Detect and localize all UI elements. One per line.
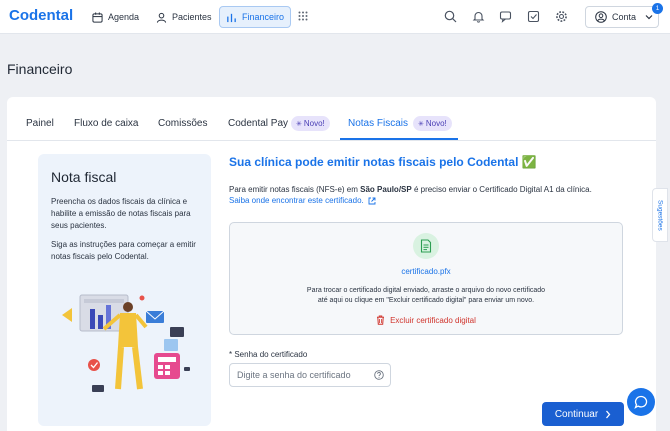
- nav-pacientes-label: Pacientes: [172, 12, 212, 22]
- sparkle-icon: ✳: [418, 120, 424, 128]
- page-title: Financeiro: [7, 61, 73, 77]
- gear-icon[interactable]: [555, 10, 568, 23]
- feedback-tab-label: Sugestões: [656, 199, 664, 231]
- desc-prefix: Para emitir notas fiscais (NFS-e) em: [229, 185, 361, 194]
- active-tab-indicator: [340, 138, 458, 140]
- avatar-icon: [595, 11, 607, 23]
- chevron-right-icon: [606, 410, 611, 418]
- tab-painel[interactable]: Painel: [26, 118, 54, 129]
- nav-agenda-label: Agenda: [108, 12, 140, 22]
- bar-chart-icon: [227, 13, 236, 22]
- chevron-down-icon: [645, 15, 653, 20]
- info-panel: Nota fiscal Preencha os dados fiscais da…: [38, 154, 211, 426]
- tab-codental-pay[interactable]: Codental Pay: [228, 118, 288, 129]
- nav-financeiro-label: Financeiro: [242, 12, 285, 22]
- account-button[interactable]: Conta: [585, 6, 659, 28]
- nav-agenda[interactable]: Agenda: [86, 6, 145, 28]
- nfse-description: Para emitir notas fiscais (NFS-e) em São…: [229, 184, 629, 196]
- sparkle-icon: ✳: [296, 120, 302, 128]
- app-logo[interactable]: Codental: [9, 7, 73, 24]
- chat-support-button[interactable]: [627, 388, 655, 416]
- nav-pacientes[interactable]: Pacientes: [150, 6, 218, 28]
- delete-certificate-label: Excluir certificado digital: [390, 315, 476, 325]
- nav-financeiro[interactable]: Financeiro: [219, 6, 292, 28]
- new-badge-label: Novo!: [303, 119, 325, 128]
- tab-bar: Painel Fluxo de caixa Comissões Codental…: [7, 97, 656, 141]
- file-icon: [413, 233, 439, 259]
- nfse-title: Sua clínica pode emitir notas fiscais pe…: [229, 155, 537, 169]
- desc-city: São Paulo/SP: [360, 185, 412, 194]
- account-label: Conta: [612, 12, 637, 22]
- certificate-help-link[interactable]: Saiba onde encontrar este certificado.: [229, 196, 376, 205]
- continue-button[interactable]: Continuar: [542, 402, 624, 426]
- feedback-tab[interactable]: Sugestões: [652, 188, 668, 242]
- user-icon: [156, 12, 167, 23]
- chat-icon[interactable]: [499, 10, 512, 23]
- certificate-dropzone[interactable]: certificado.pfx Para trocar o certificad…: [229, 222, 623, 335]
- tab-notas-fiscais[interactable]: Notas Fiscais: [348, 118, 408, 129]
- search-icon[interactable]: [444, 10, 457, 23]
- desc-suffix: é preciso enviar o Certificado Digital A…: [411, 185, 592, 194]
- new-badge: ✳ Novo!: [291, 116, 330, 131]
- continue-button-label: Continuar: [554, 408, 599, 420]
- content-card: Painel Fluxo de caixa Comissões Codental…: [7, 97, 656, 431]
- trash-icon: [377, 315, 385, 325]
- certificate-password-input[interactable]: [229, 363, 391, 387]
- certificate-help-link-label: Saiba onde encontrar este certificado.: [229, 196, 364, 205]
- certificate-help-text: Para trocar o certificado digital enviad…: [230, 286, 622, 306]
- tab-fluxo-de-caixa[interactable]: Fluxo de caixa: [74, 118, 138, 129]
- external-link-icon: [368, 197, 376, 204]
- top-bar: Codental Agenda Pacientes Financeiro Con…: [0, 0, 670, 34]
- help-circle-icon[interactable]: [374, 370, 384, 380]
- info-panel-text: Preencha os dados fiscais da clínica e h…: [51, 197, 191, 230]
- certificate-help-line: até aqui ou clique em "Excluir certifica…: [317, 297, 535, 304]
- new-badge-label: Novo!: [425, 119, 447, 128]
- apps-grid-icon[interactable]: [298, 11, 308, 21]
- certificate-filename[interactable]: certificado.pfx: [230, 267, 622, 276]
- password-label: * Senha do certificado: [229, 350, 308, 359]
- new-badge: ✳ Novo!: [413, 116, 452, 131]
- chat-bubble-icon: [634, 395, 648, 409]
- certificate-help-line: Para trocar o certificado digital enviad…: [306, 287, 546, 294]
- finance-illustration: [62, 294, 190, 392]
- bell-icon[interactable]: [472, 10, 485, 23]
- tab-comissoes[interactable]: Comissões: [158, 118, 207, 129]
- checkbox-icon[interactable]: [527, 10, 540, 23]
- info-panel-title: Nota fiscal: [51, 169, 117, 185]
- delete-certificate-button[interactable]: Excluir certificado digital: [230, 315, 622, 325]
- notification-badge: 1: [652, 3, 663, 14]
- info-panel-text: Siga as instruções para começar a emitir…: [51, 240, 196, 261]
- calendar-icon: [92, 11, 103, 23]
